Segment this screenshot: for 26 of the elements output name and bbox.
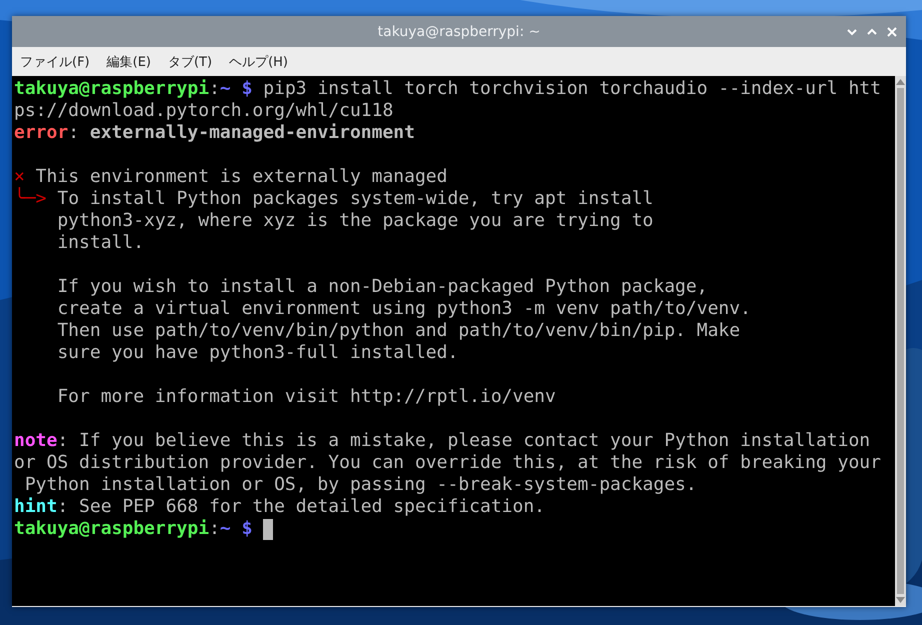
terminal-line: Then use path/to/venv/bin/python and path/to/venv/bin/pip. Make xyxy=(56,320,740,342)
terminal-line: or OS distribution provider. You can override this, at the risk of breaking your xyxy=(14,452,881,474)
terminal-line: sure you have python3-full installed. xyxy=(56,342,458,364)
scroll-down-icon[interactable] xyxy=(896,597,905,603)
terminal-line: create a virtual environment using python3 -m venv path/to/venv. xyxy=(56,298,751,320)
close-icon[interactable] xyxy=(886,26,898,38)
terminal-line: Python installation or OS, by passing --break-system-packages. xyxy=(24,474,697,496)
scroll-up-icon[interactable] xyxy=(896,79,905,85)
terminal-line: For more information visit http://rptl.io/venv xyxy=(56,386,556,408)
terminal-line: note: If you believe this is a mistake, please contact your Python installation xyxy=(14,430,870,452)
terminal-line: install. xyxy=(56,232,144,254)
terminal-line: hint: See PEP 668 for the detailed specification. xyxy=(14,496,546,518)
terminal-line: ╰─> To install Python packages system-wide, try apt install xyxy=(14,188,654,210)
terminal-line: takuya@raspberrypi:~ $ pip3 install torch torchvision torchaudio --index-url htt xyxy=(14,78,881,100)
terminal-line: error: externally-managed-environment xyxy=(14,122,415,144)
terminal-line: python3-xyz, where xyz is the package you are trying to xyxy=(56,210,654,232)
terminal-line: If you wish to install a non-Debian-packaged Python package, xyxy=(56,276,708,298)
terminal-line: ps://download.pytorch.org/whl/cu118 xyxy=(14,100,394,122)
scrollbar[interactable] xyxy=(895,76,906,606)
menu-item[interactable]: 編集(E) xyxy=(106,52,151,70)
menu-item[interactable]: タブ(T) xyxy=(168,52,212,70)
window-title: takuya@raspberrypi: ~ xyxy=(378,24,540,40)
terminal-line: takuya@raspberrypi:~ $ xyxy=(14,518,252,540)
menu-item[interactable]: ヘルプ(H) xyxy=(229,52,288,70)
menu-item[interactable]: ファイル(F) xyxy=(20,52,90,70)
terminal-line: × This environment is externally managed xyxy=(14,166,448,187)
